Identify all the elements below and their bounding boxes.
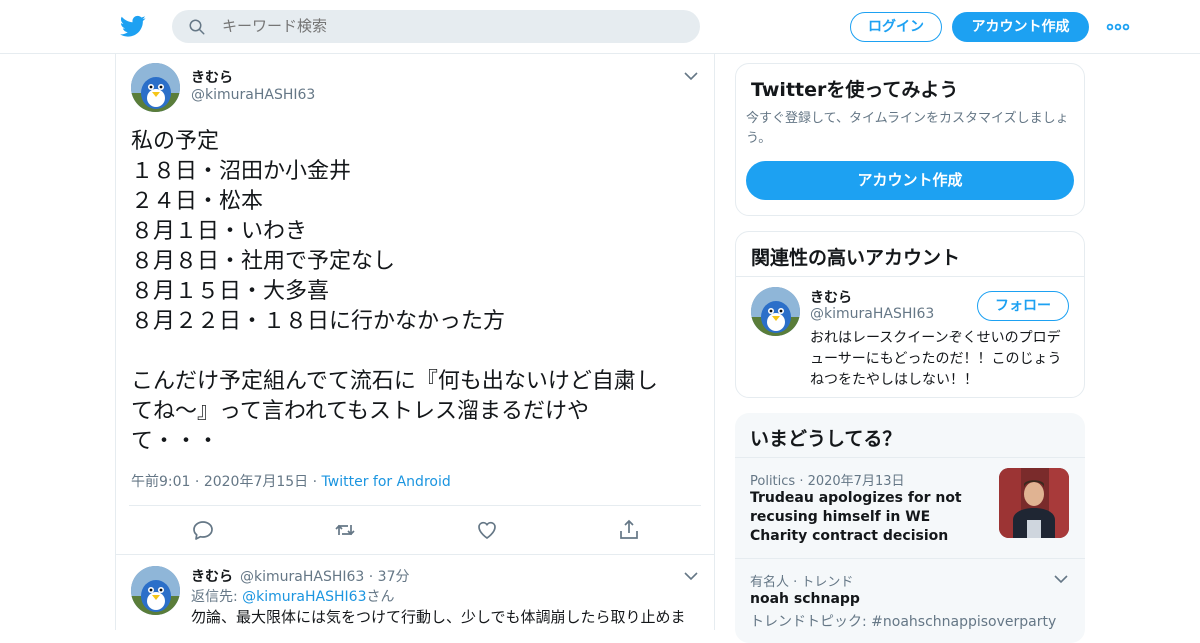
trends-title: いまどうしてる？ [750, 428, 902, 450]
login-button[interactable]: ログイン [850, 12, 942, 42]
tweet-column: きむら @kimuraHASHI63 私の予定 １８日・沼田か小金井 ２４日・松… [115, 54, 715, 630]
tweet-time[interactable]: 午前9:01 [131, 474, 190, 490]
retweet-icon[interactable] [333, 518, 357, 542]
tweet-line: 私の予定 [131, 129, 220, 154]
trend-thumbnail[interactable] [999, 468, 1069, 538]
avatar[interactable] [131, 63, 180, 112]
avatar[interactable] [751, 287, 800, 336]
tweet-line: ８月２２日・１８日に行かなかった方 [131, 309, 506, 334]
share-icon[interactable] [617, 518, 641, 542]
related-account-handle[interactable]: @kimuraHASHI63 [810, 306, 934, 322]
search-icon [189, 19, 205, 35]
trend-date: 2020年7月13日 [807, 474, 905, 489]
tweet-line: ２４日・松本 [131, 189, 264, 214]
signup-card-title: Twitterを使ってみよう [751, 79, 959, 101]
reply-handle[interactable]: @kimuraHASHI63 [240, 569, 364, 585]
tweet-line: ８月１日・いわき [131, 219, 308, 244]
avatar[interactable] [131, 566, 180, 615]
reply-to-link[interactable]: @kimuraHASHI63 [242, 589, 366, 605]
signup-card-subtitle: 今すぐ登録して、タイムラインをカスタマイズしましょう。 [746, 111, 1069, 146]
signup-card-button[interactable]: アカウント作成 [746, 161, 1074, 200]
tweet-text: 私の予定 １８日・沼田か小金井 ２４日・松本 ８月１日・いわき ８月８日・社用で… [131, 127, 706, 457]
meta-separator: · [799, 474, 808, 489]
follow-button[interactable]: フォロー [977, 291, 1069, 321]
tweet-line: １８日・沼田か小金井 [131, 159, 352, 184]
like-icon[interactable] [475, 518, 499, 542]
meta-separator: · [368, 569, 378, 585]
tweet-author-handle[interactable]: @kimuraHASHI63 [191, 87, 315, 103]
reply-age[interactable]: 37分 [378, 569, 410, 585]
trend-subtitle[interactable]: トレンドトピック: #noahschnappisoverparty [750, 611, 1056, 631]
avatar-image [131, 566, 180, 615]
chevron-down-icon[interactable] [684, 571, 698, 581]
chevron-down-icon[interactable] [1054, 574, 1068, 584]
tweet-author-name[interactable]: きむら [191, 67, 233, 87]
tweet-meta: 午前9:01 · 2020年7月15日 · Twitter for Androi… [131, 471, 451, 491]
divider [736, 276, 1084, 277]
tweet-line: てね～』って言われてもストレス溜まるだけや [131, 399, 590, 424]
trend-meta: 有名人 · トレンド [750, 575, 854, 590]
trend-title[interactable]: noah schnapp [750, 590, 1050, 609]
tweet-line: ８月８日・社用で予定なし [131, 249, 396, 274]
tweet-separator [116, 554, 714, 555]
chevron-down-icon[interactable] [684, 71, 698, 81]
related-account-name[interactable]: きむら [810, 287, 852, 307]
reply-to-suffix: さん [366, 589, 395, 605]
twitter-bird-icon[interactable] [120, 13, 146, 39]
tweet-line [131, 337, 706, 367]
reply-author-name[interactable]: きむら [191, 566, 233, 586]
trend-meta: Politics · 2020年7月13日 [750, 470, 905, 489]
divider [735, 457, 1085, 458]
tweet-line: ８月１５日・大多喜 [131, 279, 330, 304]
top-navigation-bar: ログイン アカウント作成 [0, 0, 1200, 54]
search-box[interactable] [172, 10, 700, 43]
signup-button[interactable]: アカウント作成 [952, 12, 1089, 42]
trend-image [999, 468, 1069, 538]
trend-category: Politics [750, 474, 796, 489]
divider [735, 558, 1085, 559]
trends-card: いまどうしてる？ Politics · 2020年7月13日 Trudeau a… [735, 413, 1085, 643]
meta-separator: · [194, 474, 204, 490]
trend-title[interactable]: Trudeau apologizes for not recusing hims… [750, 489, 990, 546]
reply-to: 返信先: @kimuraHASHI63さん [191, 586, 394, 606]
reply-icon[interactable] [191, 518, 215, 542]
signup-card: Twitterを使ってみよう 今すぐ登録して、タイムラインをカスタマイズしましょ… [735, 63, 1085, 216]
search-input[interactable] [222, 10, 682, 43]
reply-to-prefix: 返信先: [191, 589, 238, 605]
related-accounts-card: 関連性の高いアカウント きむら @kimuraHASHI63 フォロー おれはレ… [735, 231, 1085, 398]
divider [129, 505, 701, 506]
meta-separator: · [312, 474, 322, 490]
reply-author-handle[interactable]: @kimuraHASHI63 · 37分 [240, 566, 410, 586]
related-accounts-title: 関連性の高いアカウント [751, 247, 961, 269]
reply-text: 勿論、最大限体には気をつけて行動し、少しでも体調崩したら取り止めま [191, 608, 686, 626]
tweet-date[interactable]: 2020年7月15日 [204, 474, 308, 490]
more-icon[interactable] [1106, 20, 1130, 34]
tweet-line: こんだけ予定組んでて流石に『何も出ないけど自粛し [131, 369, 658, 394]
avatar-image [751, 287, 800, 336]
related-account-bio: おれはレースクイーンぞくせいのプロデューサーにもどったのだ！！このじょうねつをた… [810, 330, 1062, 388]
tweet-actions [129, 516, 701, 546]
avatar-image [131, 63, 180, 112]
tweet-source-link[interactable]: Twitter for Android [322, 474, 451, 490]
tweet-line: て・・・ [131, 429, 220, 454]
